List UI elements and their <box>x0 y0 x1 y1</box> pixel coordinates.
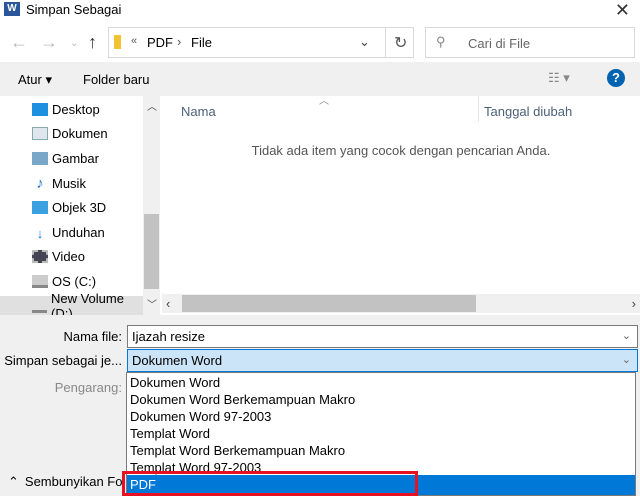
nav-item-music[interactable]: ♪ Musik <box>32 173 86 193</box>
breadcrumb-separator: › <box>177 34 182 49</box>
folder-icon <box>114 35 121 49</box>
nav-item-videos[interactable]: Video <box>32 246 85 266</box>
nav-item-downloads[interactable]: ↓ Unduhan <box>32 222 105 242</box>
close-button[interactable]: ✕ <box>615 0 630 21</box>
save-type-label: Simpan sebagai je... <box>4 353 122 368</box>
option-templat-word[interactable]: Templat Word <box>130 425 210 442</box>
column-header-date[interactable]: Tanggal diubah <box>484 104 572 119</box>
drive-icon <box>32 274 48 288</box>
filename-label: Nama file: <box>63 329 122 344</box>
desktop-icon <box>32 102 48 116</box>
nav-vertical-scrollbar[interactable]: ︿ ﹀ <box>143 96 160 315</box>
3d-objects-icon <box>32 200 48 214</box>
nav-item-new-volume-d[interactable]: New Volume (D:) <box>0 291 143 321</box>
video-icon <box>32 249 48 263</box>
word-app-icon: W <box>4 2 20 16</box>
option-templat-word-makro[interactable]: Templat Word Berkemampuan Makro <box>130 442 345 459</box>
nav-item-3d-objects[interactable]: Objek 3D <box>32 197 106 217</box>
new-folder-button[interactable]: Folder baru <box>83 72 149 87</box>
documents-icon <box>32 126 48 140</box>
back-button[interactable]: ← <box>10 32 28 53</box>
nav-item-documents[interactable]: Dokumen <box>32 123 108 143</box>
forward-button[interactable]: → <box>40 32 58 53</box>
recent-dropdown[interactable]: ⌄ <box>70 38 78 49</box>
option-dokumen-word-makro[interactable]: Dokumen Word Berkemampuan Makro <box>130 391 355 408</box>
refresh-icon[interactable]: ↻ <box>394 33 407 53</box>
highlight-box <box>122 471 418 496</box>
nav-item-desktop[interactable]: Desktop <box>32 99 100 119</box>
search-icon: ⚲ <box>436 34 446 49</box>
organize-button[interactable]: Atur ▾ <box>18 72 52 88</box>
chevron-down-icon[interactable]: ⌄ <box>622 350 631 371</box>
breadcrumb-file[interactable]: File <box>191 35 212 50</box>
music-icon: ♪ <box>36 174 44 192</box>
scrollbar-thumb[interactable] <box>144 214 159 289</box>
filename-input[interactable]: Ijazah resize ⌄ <box>127 325 638 348</box>
option-dokumen-word-97-2003[interactable]: Dokumen Word 97-2003 <box>130 408 271 425</box>
help-icon[interactable]: ? <box>607 69 625 87</box>
chevron-up-icon: ⌃ <box>8 474 19 489</box>
empty-message: Tidak ada item yang cocok dengan pencari… <box>251 143 551 158</box>
download-icon: ↓ <box>36 225 44 241</box>
search-placeholder: Cari di File <box>468 36 531 51</box>
address-dropdown-icon[interactable]: ⌄ <box>359 34 370 50</box>
chevron-down-icon[interactable]: ⌄ <box>622 326 631 347</box>
window-title: Simpan Sebagai <box>26 2 122 17</box>
horizontal-scrollbar[interactable]: ‹ › <box>162 294 640 313</box>
search-input[interactable]: ⚲ Cari di File <box>425 27 635 58</box>
navigation-pane: Desktop Dokumen Gambar ♪ Musik Objek 3D ↓… <box>0 96 160 321</box>
sort-ascending-icon: ︿ <box>319 96 329 107</box>
column-header-name[interactable]: Nama <box>181 104 216 119</box>
option-dokumen-word[interactable]: Dokumen Word <box>130 374 220 391</box>
scrollbar-thumb[interactable] <box>182 295 476 312</box>
up-button[interactable]: ↑ <box>88 32 97 53</box>
toolbar: Atur ▾ Folder baru ☷ ▾ ? <box>0 62 640 96</box>
pictures-icon <box>32 151 48 165</box>
address-bar[interactable]: « PDF › File ⌄ ↻ <box>108 27 414 58</box>
drive-icon <box>32 300 47 313</box>
breadcrumb-pdf[interactable]: PDF <box>147 35 173 50</box>
overflow-chevron: « <box>131 35 138 47</box>
save-type-select[interactable]: Dokumen Word ⌄ <box>127 349 638 372</box>
author-label: Pengarang: <box>54 380 122 395</box>
view-options-icon[interactable]: ☷ ▾ <box>548 70 570 86</box>
nav-item-pictures[interactable]: Gambar <box>32 148 99 168</box>
nav-item-os-c[interactable]: OS (C:) <box>32 271 96 291</box>
